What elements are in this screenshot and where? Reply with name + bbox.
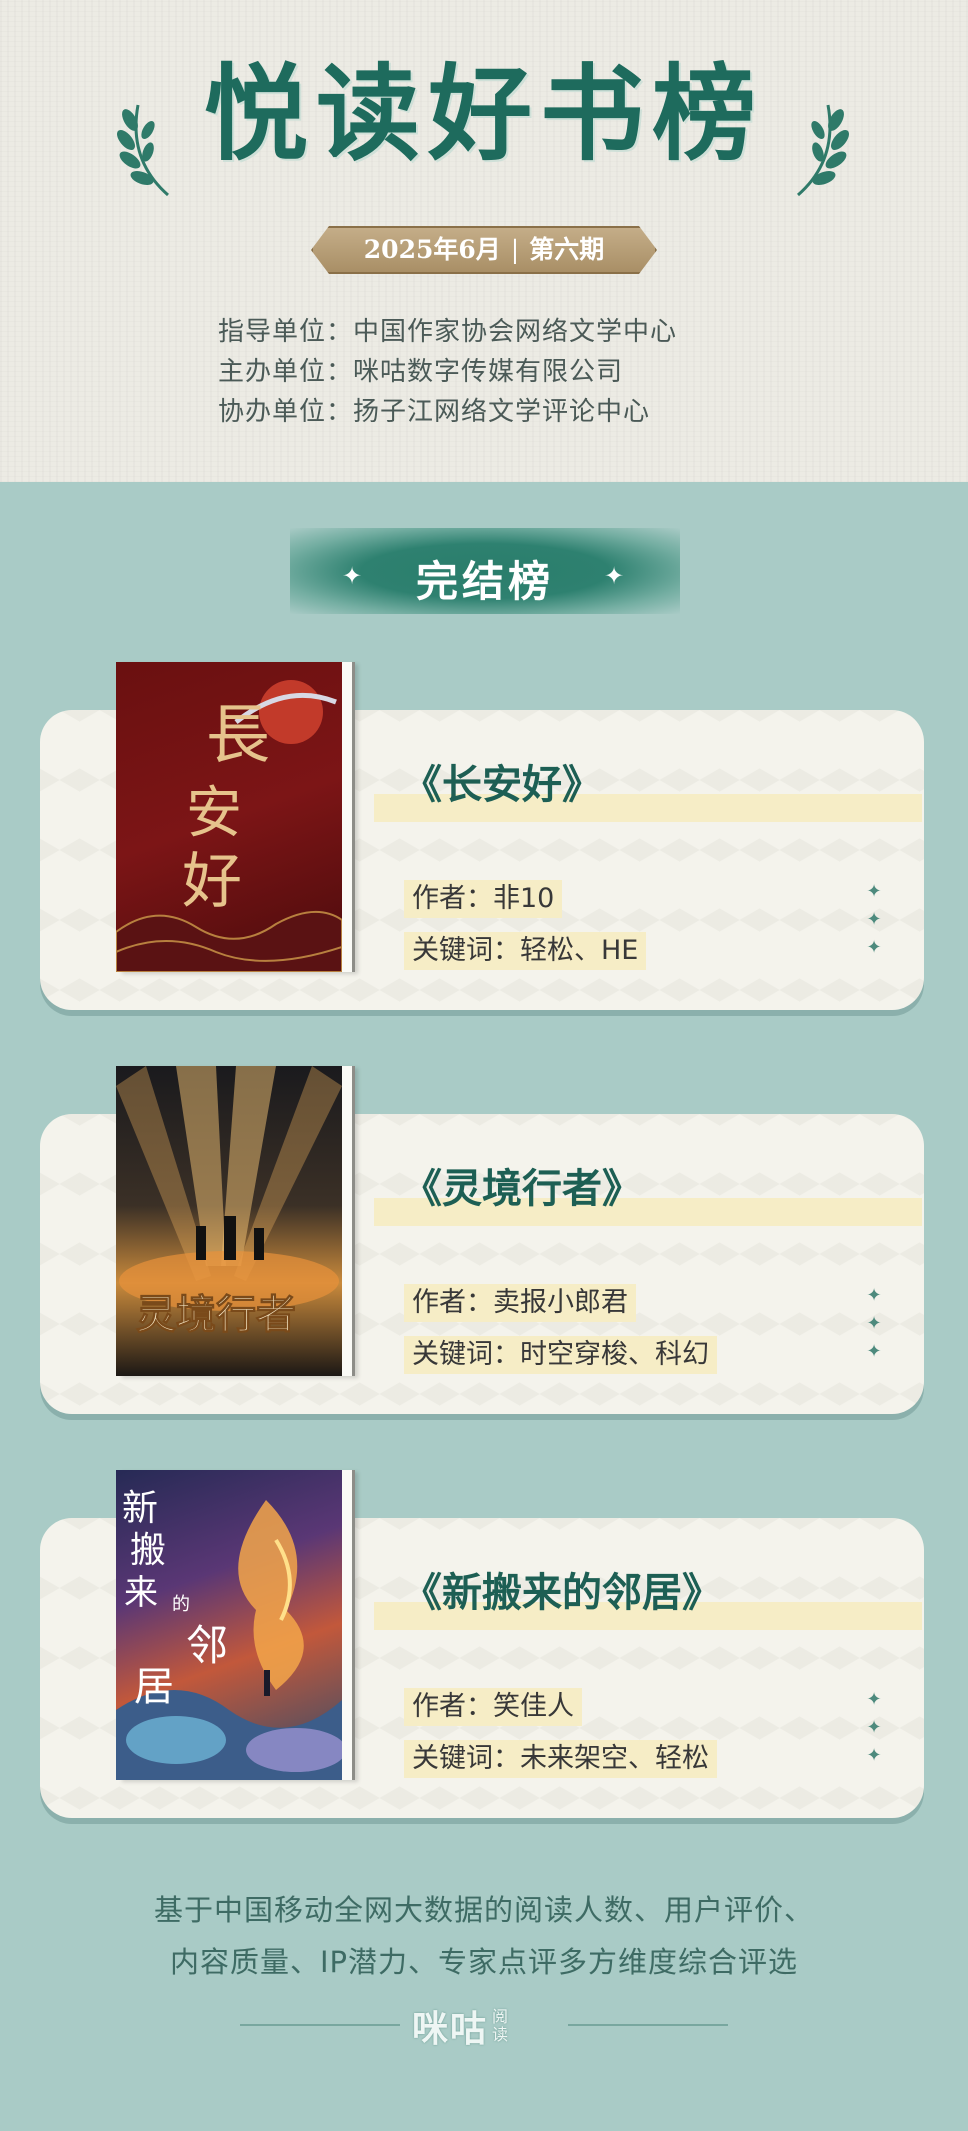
book-keywords: 关键词：轻松、HE [404,932,647,970]
selection-criteria: 基于中国移动全网大数据的阅读人数、用户评价、 内容质量、IP潜力、专家点评多方维… [0,1884,968,1988]
book-title[interactable]: 《新搬来的邻居》 [374,1556,922,1630]
book-cover-image[interactable]: 灵境行者 [116,1066,352,1376]
svg-text:的: 的 [172,1594,190,1615]
svg-text:来: 来 [124,1573,158,1613]
criteria-line: 基于中国移动全网大数据的阅读人数、用户评价、 [153,1893,814,1927]
co-host-unit: 协办单位：扬子江网络文学评论中心 [218,397,651,427]
svg-text:搬: 搬 [130,1530,166,1571]
header: 悦读好书榜 2025年6月 | 第六期 指导单位：中国作家协会网络文学中心 主办单位… [0,0,968,482]
sparkle-icon: ✦ [604,562,625,590]
svg-text:邻: 邻 [186,1621,228,1670]
book-title[interactable]: 《灵境行者》 [374,1152,922,1226]
sparkle-icon: ✦ [866,1341,882,1362]
brand-logo: 咪咕 阅读 [412,2004,510,2051]
cover-title: 灵境行者 [136,1292,296,1338]
sparkle-icon: ✦ [866,1689,882,1710]
organizer-list: 指导单位：中国作家协会网络文学中心 主办单位：咪咕数字传媒有限公司 协办单位：扬… [218,312,677,432]
sparkle-decoration: ✦ ✦ ✦ [862,1686,886,1770]
sparkle-icon: ✦ [866,937,882,958]
divider [240,2024,400,2026]
svg-text:居: 居 [134,1664,174,1710]
brand-name: 咪咕 [412,2009,489,2050]
issue-period: 第六期 [529,235,605,264]
divider [568,2024,728,2026]
cover-art: 長 安 好 [116,680,342,972]
book-keywords: 关键词：时空穿梭、科幻 [404,1336,717,1374]
sparkle-decoration: ✦ ✦ ✦ [862,1282,886,1366]
sparkle-icon: ✦ [866,1745,882,1766]
criteria-line: 内容质量、IP潜力、专家点评多方维度综合评选 [169,1945,799,1979]
cover-art: 灵境行者 [116,1066,342,1339]
book-author: 作者：非10 [404,880,563,918]
guiding-unit: 指导单位：中国作家协会网络文学中心 [218,317,678,347]
host-unit: 主办单位：咪咕数字传媒有限公司 [218,357,624,387]
svg-text:好: 好 [182,847,242,917]
sparkle-icon: ✦ [866,1313,882,1334]
issue-date: 2025年6月 [363,235,501,264]
issue-badge: 2025年6月 | 第六期 [311,226,657,274]
cover-art: 新 搬 来 的 邻 居 [116,1488,342,1780]
sparkle-decoration: ✦ ✦ ✦ [862,878,886,962]
book-author: 作者：笑佳人 [404,1688,582,1726]
book-cover-image[interactable]: 長 安 好 [116,662,352,972]
cover-title: 長 [206,699,270,773]
section-banner: ✦ 完结榜 ✦ [290,528,680,614]
svg-text:安: 安 [186,781,242,846]
sparkle-icon: ✦ [866,1285,882,1306]
cover-title: 新 [122,1488,158,1529]
book-cover-image[interactable]: 新 搬 来 的 邻 居 [116,1470,352,1780]
book-title[interactable]: 《长安好》 [374,748,922,822]
sparkle-icon: ✦ [866,1717,882,1738]
book-keywords: 关键词：未来架空、轻松 [404,1740,717,1778]
issue-separator: | [510,235,520,264]
book-author: 作者：卖报小郎君 [404,1284,636,1322]
laurel-right-icon [797,104,849,197]
sparkle-icon: ✦ [866,881,882,902]
brand-sub: 阅读 [492,2007,509,2044]
sparkle-icon: ✦ [866,909,882,930]
